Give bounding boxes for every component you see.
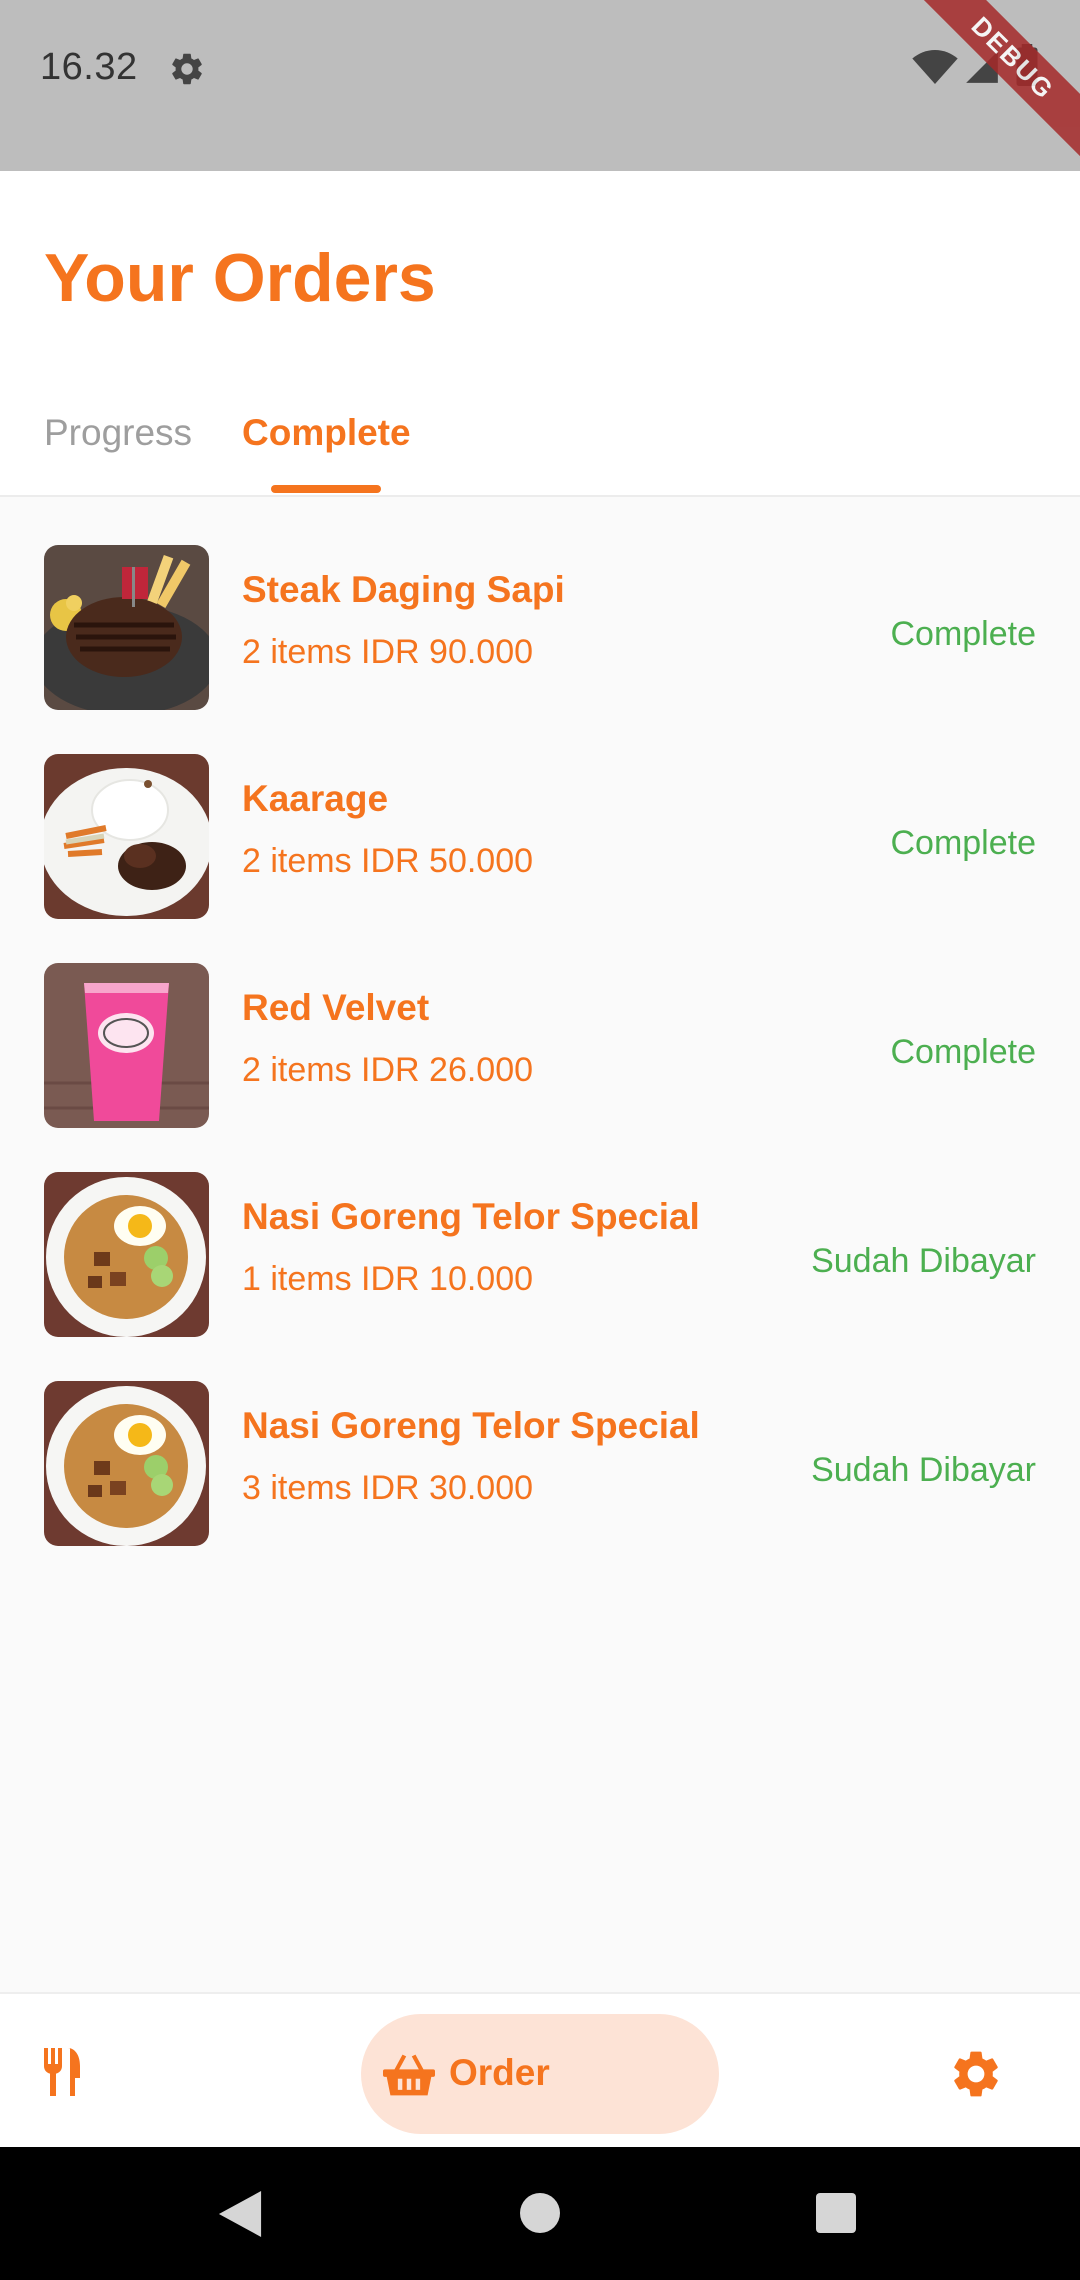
nasi-goreng-photo <box>44 1172 209 1337</box>
page-title: Your Orders <box>44 240 436 316</box>
wifi-icon <box>912 50 958 84</box>
order-name: Nasi Goreng Telor Special <box>242 1196 700 1237</box>
karaage-photo <box>44 754 209 919</box>
recents-icon[interactable] <box>816 2193 856 2233</box>
order-row[interactable]: Kaarage 2 items IDR 50.000 Complete <box>0 706 1080 919</box>
order-status: Complete <box>890 824 1036 862</box>
nav-order-label: Order <box>449 2052 550 2093</box>
order-name: Nasi Goreng Telor Special <box>242 1405 700 1446</box>
basket-icon <box>383 2054 435 2096</box>
order-status: Sudah Dibayar <box>811 1242 1036 1280</box>
gear-icon <box>172 53 202 85</box>
order-meta: 1 items IDR 10.000 <box>242 1260 534 1298</box>
order-row[interactable]: Nasi Goreng Telor Special 1 items IDR 10… <box>0 1124 1080 1337</box>
tab-complete[interactable]: Complete <box>242 389 411 495</box>
tab-bar: Progress Complete <box>0 389 1080 497</box>
order-status: Complete <box>890 1033 1036 1071</box>
order-meta: 3 items IDR 30.000 <box>242 1469 534 1507</box>
app-header: Your Orders Progress Complete <box>0 171 1080 497</box>
order-meta: 2 items IDR 50.000 <box>242 842 534 880</box>
order-name: Steak Daging Sapi <box>242 569 565 610</box>
home-icon[interactable] <box>520 2193 560 2233</box>
tab-progress[interactable]: Progress <box>44 389 192 495</box>
order-status: Sudah Dibayar <box>811 1451 1036 1489</box>
nasi-goreng-photo <box>44 1381 209 1546</box>
steak-photo <box>44 545 209 710</box>
order-meta: 2 items IDR 90.000 <box>242 633 534 671</box>
order-row[interactable]: Red Velvet 2 items IDR 26.000 Complete <box>0 915 1080 1128</box>
order-name: Red Velvet <box>242 987 430 1028</box>
bottom-nav: Order <box>0 1992 1080 2147</box>
back-icon[interactable] <box>218 2191 262 2237</box>
system-nav-bar <box>0 2147 1080 2280</box>
order-row[interactable]: Nasi Goreng Telor Special 3 items IDR 30… <box>0 1333 1080 1546</box>
red-velvet-drink-photo <box>44 963 209 1128</box>
order-meta: 2 items IDR 26.000 <box>242 1051 534 1089</box>
nav-order-button[interactable]: Order <box>361 2014 719 2134</box>
status-bar: 16.32 DEBUG <box>0 0 1080 171</box>
utensils-icon[interactable] <box>44 2048 84 2096</box>
order-status: Complete <box>890 615 1036 653</box>
tab-indicator <box>271 485 381 493</box>
status-time: 16.32 <box>40 46 138 88</box>
settings-icon[interactable] <box>948 2046 1004 2102</box>
order-name: Kaarage <box>242 778 389 819</box>
order-row[interactable]: Steak Daging Sapi 2 items IDR 90.000 Com… <box>0 497 1080 710</box>
